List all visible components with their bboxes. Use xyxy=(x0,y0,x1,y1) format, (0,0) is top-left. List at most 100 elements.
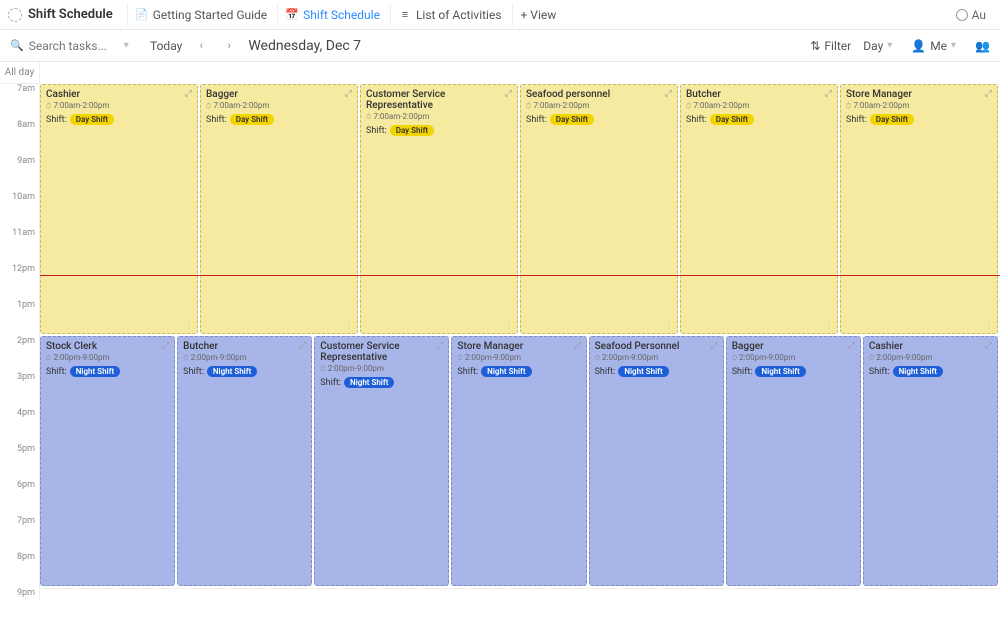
person-icon: 👤 xyxy=(911,39,926,53)
add-view-button[interactable]: + View xyxy=(512,4,565,26)
shift-badge: Night Shift xyxy=(481,366,531,377)
expand-icon[interactable]: ⤢ xyxy=(665,89,672,99)
tab-getting-started-guide[interactable]: 📄Getting Started Guide xyxy=(127,4,275,26)
search-input[interactable] xyxy=(29,39,119,53)
event-time: 2:00pm-9:00pm xyxy=(46,353,169,363)
resize-handle-icon[interactable]: ⋮ xyxy=(162,574,170,583)
tab-shift-schedule[interactable]: 📅Shift Schedule xyxy=(277,4,388,26)
expand-icon[interactable]: ⤢ xyxy=(825,89,832,99)
shift-label: Shift: xyxy=(46,115,67,125)
shift-label: Shift: xyxy=(846,115,867,125)
prev-day-button[interactable]: ‹ xyxy=(192,37,210,55)
search-input-wrap[interactable]: 🔍 ▾ xyxy=(10,39,140,53)
expand-icon[interactable]: ⤢ xyxy=(299,341,306,351)
resize-handle-icon[interactable]: ⋮ xyxy=(185,322,193,331)
filter-button[interactable]: ⇅ Filter xyxy=(810,39,851,53)
resize-handle-icon[interactable]: ⋮ xyxy=(299,574,307,583)
view-select[interactable]: Day ▾ xyxy=(863,39,899,53)
resize-handle-icon[interactable]: ⋮ xyxy=(985,322,993,331)
shift-event[interactable]: Butcher⤢2:00pm-9:00pmShift:Night Shift⋮ xyxy=(177,336,312,586)
hour-label: 6pm xyxy=(0,480,39,516)
expand-icon[interactable]: ⤢ xyxy=(345,89,352,99)
shift-label: Shift: xyxy=(183,367,204,377)
shift-event[interactable]: Stock Clerk⤢2:00pm-9:00pmShift:Night Shi… xyxy=(40,336,175,586)
expand-icon[interactable]: ⤢ xyxy=(573,341,580,351)
shift-event[interactable]: Bagger⤢7:00am-2:00pmShift:Day Shift⋮ xyxy=(200,84,358,334)
event-title: Seafood personnel xyxy=(526,89,610,100)
expand-icon[interactable]: ⤢ xyxy=(436,341,443,351)
shift-event[interactable]: Customer Service Representative⤢ 7:00am-2… xyxy=(360,84,518,334)
resize-handle-icon[interactable]: ⋮ xyxy=(848,574,856,583)
next-day-button[interactable]: › xyxy=(220,37,238,55)
event-time: 2:00pm-9:00pm xyxy=(457,353,580,363)
shift-label: Shift: xyxy=(46,367,67,377)
event-title: Bagger xyxy=(732,341,764,352)
event-title: Stock Clerk xyxy=(46,341,97,352)
expand-icon[interactable]: ⤢ xyxy=(985,89,992,99)
event-time: 7:00am-2:00pm xyxy=(686,101,832,111)
shift-badge: Night Shift xyxy=(207,366,257,377)
chevron-down-icon: ▾ xyxy=(887,40,899,52)
shift-event[interactable]: Store Manager ⤢ 7:00am-2:00pm Shift:Day Shi… xyxy=(840,84,998,334)
resize-handle-icon[interactable]: ⋮ xyxy=(711,574,719,583)
shift-event[interactable]: Seafood personnel⤢7:00am-2:00pmShift:Day… xyxy=(520,84,678,334)
resize-handle-icon[interactable]: ⋮ xyxy=(436,574,444,583)
me-button[interactable]: 👤 Me ▾ xyxy=(911,39,963,53)
tab-icon: ≡ xyxy=(399,9,411,21)
resize-handle-icon[interactable]: ⋮ xyxy=(574,574,582,583)
event-time: 2:00pm-9:00pm xyxy=(183,353,306,363)
people-button[interactable]: 👥 xyxy=(975,39,990,53)
au-button[interactable]: Au xyxy=(950,5,992,25)
tab-list-of-activities[interactable]: ≡ List of Activities xyxy=(390,4,510,26)
event-time: 7:00am-2:00pm xyxy=(526,101,672,111)
event-time: 7:00am-2:00pm xyxy=(366,112,512,122)
expand-icon[interactable]: ⤢ xyxy=(711,341,718,351)
tab-icon: 📅 xyxy=(286,9,298,21)
shift-badge: Day Shift xyxy=(870,114,914,125)
expand-icon[interactable]: ⤢ xyxy=(848,341,855,351)
event-title: Cashier xyxy=(869,341,903,352)
event-title: Store Manager xyxy=(846,89,912,100)
event-time: 2:00pm-9:00pm xyxy=(320,364,443,374)
expand-icon[interactable]: ⤢ xyxy=(185,89,192,99)
hour-label: 7pm xyxy=(0,516,39,552)
shift-event[interactable]: Cashier⤢2:00pm-9:00pmShift:Night Shift⋮ xyxy=(863,336,998,586)
shift-event[interactable]: Butcher⤢7:00am-2:00pmShift:Day Shift⋮ xyxy=(680,84,838,334)
tab-label: Getting Started Guide xyxy=(153,8,267,22)
resize-handle-icon[interactable]: ⋮ xyxy=(985,574,993,583)
hour-label: 9am xyxy=(0,156,39,192)
expand-icon[interactable]: ⤢ xyxy=(162,341,169,351)
search-icon: 🔍 xyxy=(10,39,24,52)
shift-label: Shift: xyxy=(206,115,227,125)
today-button[interactable]: Today xyxy=(150,39,182,53)
event-time: 7:00am-2:00pm xyxy=(846,101,992,111)
calendar-grid[interactable]: Cashier⤢7:00am-2:00pmShift:Day Shift⋮Bag… xyxy=(40,62,1000,600)
resize-handle-icon[interactable]: ⋮ xyxy=(665,322,673,331)
expand-icon[interactable]: ⤢ xyxy=(985,341,992,351)
event-title: Bagger xyxy=(206,89,238,100)
current-time-line xyxy=(40,275,1000,276)
chevron-down-icon[interactable]: ▾ xyxy=(124,40,136,52)
event-title: Cashier xyxy=(46,89,80,100)
tab-label: List of Activities xyxy=(416,8,502,22)
resize-handle-icon[interactable]: ⋮ xyxy=(505,322,513,331)
hour-label: 10am xyxy=(0,192,39,228)
shift-event[interactable]: Seafood Personnel⤢2:00pm-9:00pmShift:Nig… xyxy=(589,336,724,586)
shift-event[interactable]: Store Manager⤢2:00pm-9:00pmShift:Night S… xyxy=(451,336,586,586)
shift-badge: Night Shift xyxy=(755,366,805,377)
all-day-label: All day xyxy=(0,62,39,84)
hour-label: 5pm xyxy=(0,444,39,480)
shift-event[interactable]: Bagger⤢2:00pm-9:00pmShift:Night Shift⋮ xyxy=(726,336,861,586)
shift-event[interactable]: Cashier⤢7:00am-2:00pmShift:Day Shift⋮ xyxy=(40,84,198,334)
event-time: 7:00am-2:00pm xyxy=(206,101,352,111)
hour-label: 8pm xyxy=(0,552,39,588)
shift-label: Shift: xyxy=(869,367,890,377)
resize-handle-icon[interactable]: ⋮ xyxy=(825,322,833,331)
shift-event[interactable]: Customer Service Representative⤢2:00pm-9… xyxy=(314,336,449,586)
hour-label: 12pm xyxy=(0,264,39,300)
expand-icon[interactable]: ⤢ xyxy=(505,89,512,99)
resize-handle-icon[interactable]: ⋮ xyxy=(345,322,353,331)
event-title: Customer Service Representative xyxy=(366,89,505,111)
shift-badge: Night Shift xyxy=(618,366,668,377)
au-icon xyxy=(956,9,968,21)
